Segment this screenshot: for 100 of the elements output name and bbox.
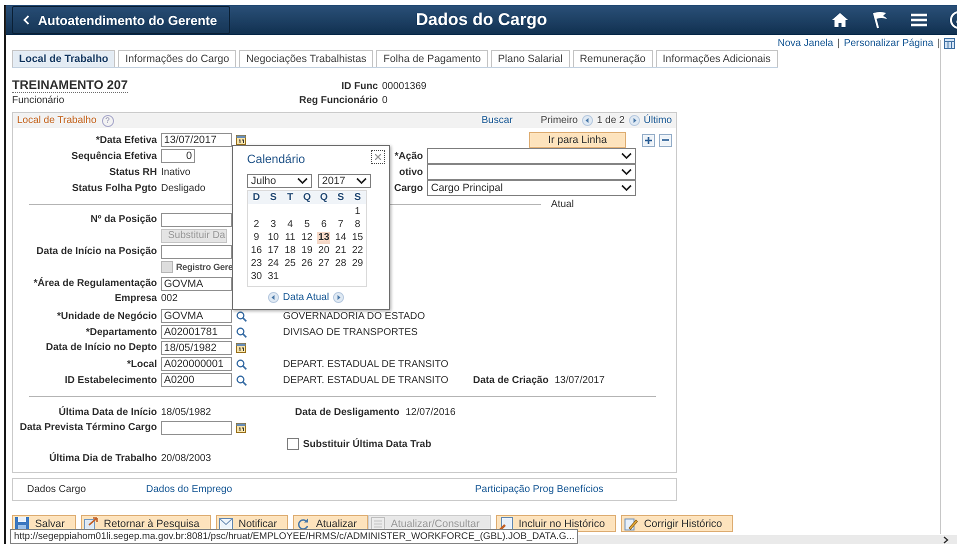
field-label: Cargo [394, 182, 423, 194]
last-link[interactable]: Último [644, 115, 672, 126]
tab[interactable]: Local de Trabalho [12, 50, 116, 67]
field-label: Data de Início na Posição [35, 246, 157, 257]
calendar-day[interactable]: 26 [300, 258, 314, 270]
search-icon[interactable] [236, 326, 247, 338]
delete-row-button[interactable] [659, 134, 672, 146]
input-field[interactable] [161, 244, 232, 258]
calendar-day[interactable]: 28 [334, 258, 348, 270]
calendar-icon[interactable] [236, 422, 246, 432]
today-link[interactable]: Data Atual [282, 292, 330, 303]
dropdown[interactable]: Cargo Principal [427, 180, 636, 196]
year-dropdown[interactable]: 2017 [318, 174, 371, 188]
calendar-day[interactable]: 13 [317, 232, 330, 244]
calendar-day[interactable]: 9 [252, 232, 260, 244]
calendar-day[interactable]: 14 [334, 232, 348, 244]
search-link[interactable]: Buscar [481, 115, 513, 126]
date-field[interactable]: 18/05/1982 [161, 340, 232, 354]
tab[interactable]: Informações do Cargo [118, 50, 236, 67]
calendar-day[interactable]: 10 [266, 232, 280, 244]
lookup-field[interactable]: A020000001 [161, 357, 232, 371]
scroll-right-icon[interactable] [943, 536, 949, 544]
description-text: DEPART. ESTADUAL DE TRANSITO [283, 374, 448, 386]
calendar-day[interactable]: 29 [351, 258, 364, 270]
calendar-day[interactable]: 7 [336, 219, 344, 231]
flag-icon[interactable] [871, 11, 889, 29]
calendar-day[interactable]: 24 [266, 258, 280, 270]
calendar-day[interactable]: 17 [266, 245, 280, 257]
calendar-day[interactable]: 3 [269, 219, 278, 231]
add-row-button[interactable] [642, 134, 655, 146]
checkbox[interactable] [287, 438, 299, 450]
search-icon[interactable] [236, 310, 247, 322]
calendar-day[interactable]: 20 [317, 245, 330, 257]
dropdown[interactable] [427, 148, 636, 164]
tab[interactable]: Folha de Pagamento [376, 50, 488, 67]
previous-month-icon[interactable] [268, 292, 279, 303]
checkbox[interactable] [161, 261, 173, 273]
field-label: *Data Efetiva [94, 134, 157, 146]
calendar-day[interactable]: 1 [354, 206, 362, 218]
field-label: Empresa [114, 293, 157, 304]
date-field[interactable]: 13/07/2017 [161, 133, 232, 147]
chevron-down-icon [621, 152, 632, 160]
dropdown[interactable] [427, 164, 636, 180]
calendar-day[interactable]: 31 [266, 271, 280, 283]
weekday-label: S [268, 192, 278, 203]
calendar-day[interactable]: 22 [351, 245, 364, 257]
go-to-row-button[interactable]: Ir para Linha [529, 132, 626, 148]
header-link[interactable]: Nova Janela [778, 38, 834, 49]
lookup-field[interactable]: A0200 [161, 373, 232, 387]
weekday-label: T [286, 192, 294, 203]
next-icon[interactable] [628, 115, 640, 126]
date-field[interactable] [161, 420, 232, 434]
page-link[interactable]: Dados do Emprego [146, 484, 475, 495]
menu-icon[interactable] [911, 13, 927, 27]
current-page-label: Dados Cargo [27, 484, 87, 495]
lookup-field[interactable]: A02001781 [161, 325, 232, 339]
calendar-icon[interactable] [236, 135, 246, 145]
calendar-day[interactable]: 12 [300, 232, 314, 244]
envelope-icon [218, 516, 232, 530]
tab[interactable]: Negociações Trabalhistas [239, 50, 374, 67]
calendar-day[interactable]: 8 [354, 219, 362, 231]
close-button[interactable] [371, 150, 385, 164]
month-dropdown[interactable]: Julho [247, 174, 312, 188]
tab[interactable]: Plano Salarial [490, 50, 570, 67]
input-field[interactable]: GOVMA [161, 276, 232, 290]
search-icon[interactable] [236, 358, 247, 370]
calendar-day[interactable]: 18 [284, 245, 297, 257]
field-label: Data de Criação [473, 374, 549, 386]
page-link[interactable]: Participação Prog Benefícios [475, 484, 676, 495]
calendar-day[interactable]: 19 [300, 245, 314, 257]
calendar-day[interactable]: 16 [250, 245, 263, 257]
description-text: DEPART. ESTADUAL DE TRANSITO [283, 358, 448, 370]
input-field[interactable]: 0 [161, 149, 195, 163]
calendar-icon[interactable] [236, 342, 246, 352]
previous-icon[interactable] [582, 115, 593, 126]
field-label: Nº da Posição [90, 214, 157, 225]
description-text: GOVERNADORIA DO ESTADO [283, 310, 426, 322]
toolbar-button[interactable]: Corrigir Histórico [620, 515, 734, 532]
calendar-day[interactable]: 30 [250, 271, 263, 283]
next-month-icon[interactable] [333, 292, 344, 303]
tab[interactable]: Informações Adicionais [656, 50, 778, 67]
calendar-day[interactable]: 4 [286, 219, 294, 231]
tab[interactable]: Remuneração [572, 50, 653, 67]
table-icon[interactable] [944, 38, 955, 49]
calendar-day[interactable]: 21 [334, 245, 348, 257]
input-field[interactable] [161, 212, 232, 226]
calendar-day[interactable]: 5 [303, 219, 311, 231]
calendar-day[interactable]: 11 [284, 232, 296, 244]
back-button[interactable]: Autoatendimento do Gerente [12, 6, 230, 34]
header-link[interactable]: Personalizar Página [844, 38, 934, 49]
calendar-day[interactable]: 15 [351, 232, 364, 244]
lookup-field[interactable]: GOVMA [161, 309, 232, 323]
calendar-day[interactable]: 6 [320, 219, 328, 231]
calendar-day[interactable]: 2 [252, 219, 260, 231]
search-icon[interactable] [236, 374, 247, 386]
field-label: *Área de Regulamentação [32, 278, 157, 289]
calendar-day[interactable]: 27 [317, 258, 330, 270]
home-icon[interactable] [831, 12, 849, 28]
calendar-day[interactable]: 25 [284, 258, 297, 270]
calendar-day[interactable]: 23 [250, 258, 263, 270]
